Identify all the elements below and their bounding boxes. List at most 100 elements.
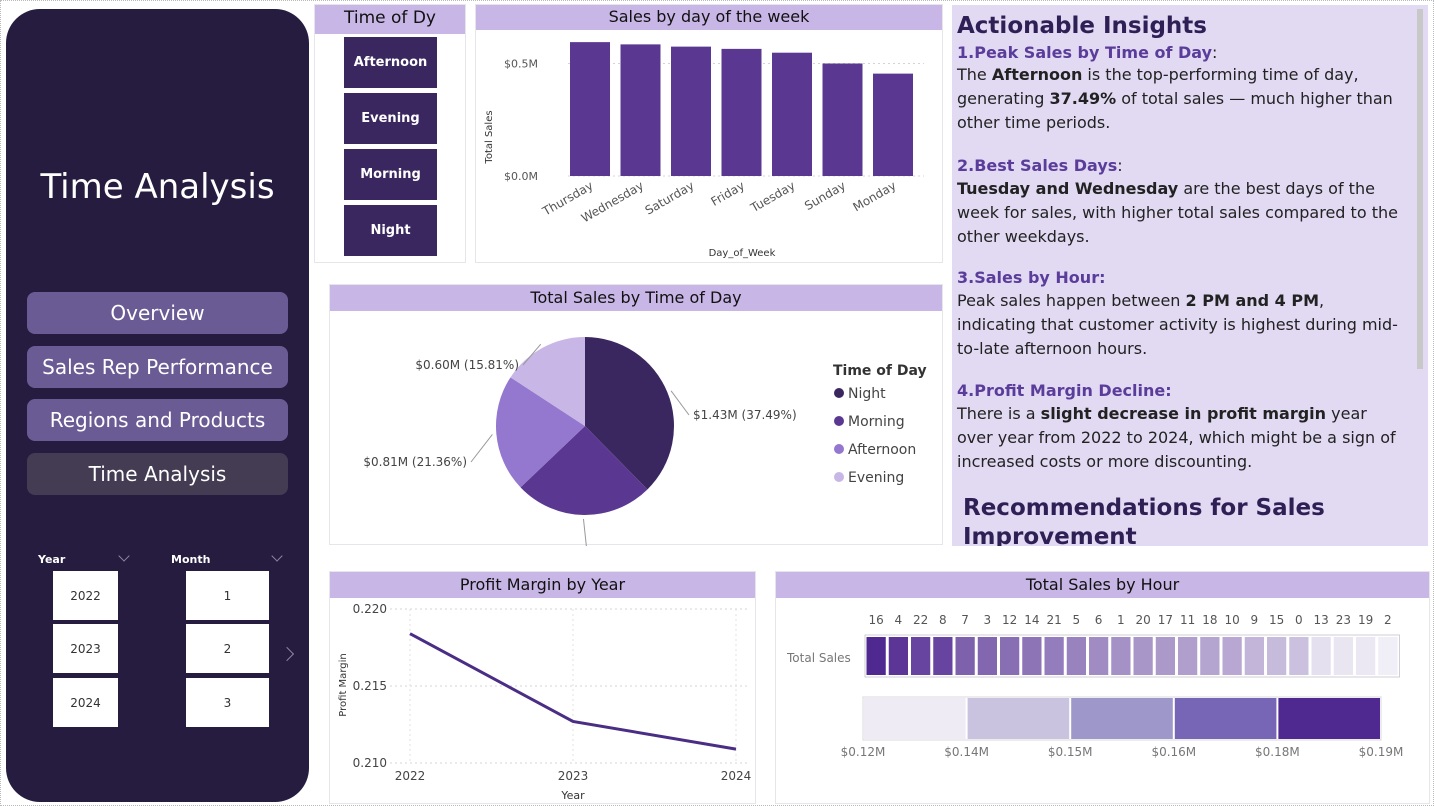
chevron-right-icon[interactable] (279, 646, 295, 662)
hour-label: 23 (1336, 613, 1351, 627)
chevron-down-icon[interactable] (271, 550, 283, 562)
color-scale-tick: $0.19M (1359, 745, 1404, 759)
heatmap-cell[interactable] (866, 637, 886, 675)
insights-panel: Actionable Insights 1.Peak Sales by Time… (952, 5, 1428, 546)
time-of-day-slicer: Time of Dy Afternoon Evening Morning Nig… (314, 4, 466, 263)
heatmap-cell[interactable] (1222, 637, 1242, 675)
time-of-day-option[interactable]: Morning (344, 149, 437, 200)
hour-label: 16 (868, 613, 883, 627)
weekday-bar[interactable] (570, 42, 610, 176)
heatmap-cell[interactable] (1333, 637, 1353, 675)
weekday-y-tick: $0.5M (504, 58, 538, 71)
heatmap-cell[interactable] (1289, 637, 1309, 675)
pie-data-label: $0.96M (25.34%) (479, 545, 583, 546)
weekday-bar[interactable] (772, 52, 812, 177)
heatmap-cell[interactable] (977, 637, 997, 675)
heatmap-cell[interactable] (1044, 637, 1064, 675)
heatmap-cell[interactable] (1000, 637, 1020, 675)
heatmap-cell[interactable] (1089, 637, 1109, 675)
hour-label: 17 (1158, 613, 1173, 627)
legend-item[interactable]: Night (848, 386, 886, 402)
pm-y-tick: 0.215 (353, 679, 387, 693)
weekday-bar[interactable] (671, 46, 711, 176)
nav-regions-products-button[interactable]: Regions and Products (27, 399, 288, 441)
hour-label: 22 (913, 613, 928, 627)
heatmap-cell[interactable] (955, 637, 975, 675)
month-slicer-item[interactable]: 1 (186, 571, 269, 620)
heatmap-cell[interactable] (1378, 637, 1398, 675)
pie-leader-line (670, 390, 690, 416)
heatmap-cell[interactable] (1244, 637, 1264, 675)
pie-leader-line (582, 518, 587, 546)
weekday-sales-panel: Sales by day of the week Total Sales Day… (475, 4, 943, 263)
weekday-bar[interactable] (721, 48, 762, 176)
pm-y-tick: 0.210 (353, 756, 387, 770)
heatmap-cell[interactable] (1356, 637, 1376, 675)
heatmap-cell[interactable] (1311, 637, 1331, 675)
pm-x-tick: 2022 (395, 769, 426, 783)
heatmap-cell[interactable] (933, 637, 953, 675)
profit-margin-panel: Profit Margin by Year Profit Margin Year… (329, 571, 756, 804)
year-slicer-item[interactable]: 2024 (53, 678, 118, 727)
insight-text: The Afternoon is the top-performing time… (957, 65, 1393, 132)
insight-text: There is a slight decrease in profit mar… (957, 404, 1396, 471)
color-scale-segment (864, 698, 966, 739)
heatmap-row-label: Total Sales (786, 651, 851, 665)
weekday-x-tick: Friday (708, 178, 747, 208)
legend-item[interactable]: Afternoon (848, 442, 916, 458)
month-slicer-label: Month (171, 553, 211, 566)
nav-sales-rep-button[interactable]: Sales Rep Performance (27, 346, 288, 388)
heatmap-cell[interactable] (1155, 637, 1175, 675)
hour-label: 12 (1002, 613, 1017, 627)
time-of-day-pie-panel: Total Sales by Time of Day Time of Day $… (329, 284, 943, 546)
heatmap-cell[interactable] (1022, 637, 1042, 675)
legend-item[interactable]: Morning (848, 414, 905, 430)
month-slicer-item[interactable]: 3 (186, 678, 269, 727)
legend-marker (834, 472, 844, 482)
nav-time-analysis-button[interactable]: Time Analysis (27, 453, 288, 495)
pm-x-tick: 2023 (558, 769, 589, 783)
weekday-bar[interactable] (873, 73, 913, 176)
year-slicer-item[interactable]: 2023 (53, 624, 118, 673)
time-of-day-option[interactable]: Night (344, 205, 437, 256)
heatmap-cell[interactable] (1133, 637, 1153, 675)
heatmap-cell[interactable] (1066, 637, 1086, 675)
hour-label: 3 (984, 613, 992, 627)
color-scale-segment (1278, 698, 1380, 739)
hour-label: 11 (1180, 613, 1195, 627)
heatmap-cell[interactable] (888, 637, 908, 675)
heatmap-cell[interactable] (911, 637, 931, 675)
year-slicer-item[interactable]: 2022 (53, 571, 118, 620)
heatmap-cell[interactable] (1267, 637, 1287, 675)
profit-margin-y-axis-label: Profit Margin (338, 653, 349, 716)
pm-x-tick: 2024 (721, 769, 752, 783)
profit-margin-x-axis-label: Year (560, 789, 585, 802)
hour-label: 5 (1073, 613, 1081, 627)
chevron-down-icon[interactable] (118, 550, 130, 562)
weekday-bar[interactable] (822, 63, 863, 177)
weekday-y-axis-label: Total Sales (484, 110, 495, 164)
legend-marker (834, 444, 844, 454)
heatmap-cell[interactable] (1200, 637, 1220, 675)
pie-data-label: $1.43M (37.49%) (693, 408, 797, 422)
nav-overview-button[interactable]: Overview (27, 292, 288, 334)
time-of-day-pie-chart: Time of Day $1.43M (37.49%) $0.96M (25.34… (363, 337, 927, 546)
time-of-day-option[interactable]: Afternoon (344, 37, 437, 88)
weekday-chart-title: Sales by day of the week (476, 5, 942, 30)
hour-label: 15 (1269, 613, 1284, 627)
hourly-sales-heatmap: Total Sales 16 4 22 8 7 3 12 14 21 5 6 1 20 17 11 18 10 9… (786, 613, 1404, 759)
month-slicer-item[interactable]: 2 (186, 624, 269, 673)
legend-item[interactable]: Evening (848, 470, 904, 486)
insight-title: 3.Sales by Hour: (957, 268, 1106, 287)
insights-heading: Actionable Insights (957, 13, 1207, 39)
color-scale-tick: $0.18M (1255, 745, 1300, 759)
heatmap-cell[interactable] (1178, 637, 1198, 675)
weekday-bar[interactable] (620, 44, 661, 176)
page-title: Time Analysis (40, 167, 275, 207)
insights-scrollbar[interactable] (1417, 9, 1423, 369)
time-of-day-option[interactable]: Evening (344, 93, 437, 144)
color-scale-segment (967, 698, 1070, 739)
heatmap-cell[interactable] (1111, 637, 1131, 675)
hour-label: 21 (1046, 613, 1061, 627)
hour-label: 18 (1202, 613, 1217, 627)
